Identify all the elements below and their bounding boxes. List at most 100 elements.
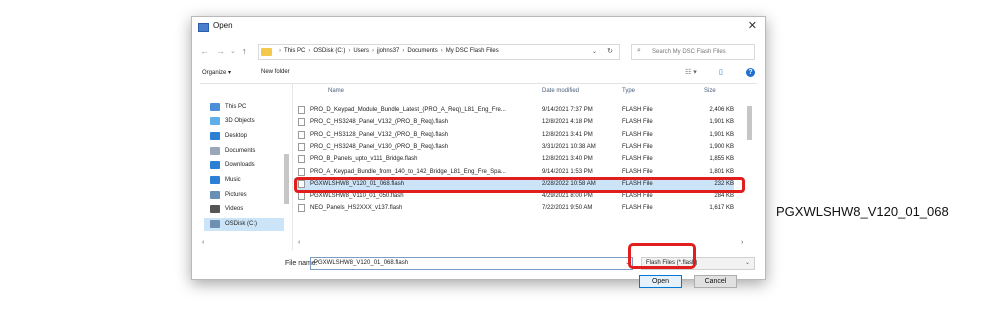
search-placeholder: Search My DSC Flash Files	[652, 49, 726, 55]
breadcrumb-separator[interactable]: ›	[308, 48, 310, 54]
sidebar-item-downloads[interactable]: Downloads	[210, 159, 255, 172]
file-name: PRO_A_Keypad_Bundle_from_140_to_142_Brid…	[310, 168, 506, 175]
file-size: 284 KB	[714, 193, 734, 200]
up-icon[interactable]: ↑	[242, 46, 247, 56]
sidebar-item-label: Downloads	[225, 162, 255, 169]
view-options-icon[interactable]: ☷ ▾	[685, 68, 697, 76]
sidebar-item-desktop[interactable]: Desktop	[210, 129, 247, 142]
table-row[interactable]: PRO_D_Keypad_Module_Bundle_Latest_(PRO_A…	[294, 104, 734, 116]
scroll-left-icon[interactable]: ‹	[298, 239, 300, 246]
search-icon: ⌕	[637, 47, 641, 54]
breadcrumb-item[interactable]: OSDisk (C:)	[313, 48, 345, 54]
file-type: FLASH File	[622, 205, 653, 212]
file-type: FLASH File	[622, 156, 653, 163]
filename-input[interactable]: PGXWLSHW8_V120_01_068.flash	[310, 257, 633, 270]
column-header-name[interactable]: Name	[328, 88, 344, 94]
table-row[interactable]: NEO_Panels_HS2XXX_v137.flash 7/22/2021 9:…	[294, 202, 734, 214]
file-date: 4/29/2021 8:00 PM	[542, 193, 593, 200]
column-header-date[interactable]: Date modified	[542, 88, 579, 94]
sidebar-item-3d-objects[interactable]: 3D Objects	[210, 115, 255, 128]
table-row[interactable]: PRO_A_Keypad_Bundle_from_140_to_142_Brid…	[294, 166, 734, 178]
file-type: FLASH File	[622, 193, 653, 200]
recent-locations-icon[interactable]: ⌄	[230, 47, 236, 55]
callout-filename: PGXWLSHW8_V120_01_068	[776, 204, 949, 219]
breadcrumb-separator[interactable]: ›	[402, 48, 404, 54]
breadcrumb: › This PC › OSDisk (C:) › Users › jjohns37 › Docu…	[276, 48, 499, 54]
new-folder-button[interactable]: New folder	[261, 69, 290, 75]
breadcrumb-item[interactable]: jjohns37	[377, 48, 399, 54]
breadcrumb-separator[interactable]: ›	[279, 48, 281, 54]
search-box[interactable]: ⌕ Search My DSC Flash Files	[631, 44, 755, 60]
sidebar-item-documents[interactable]: Documents	[210, 144, 255, 157]
file-date: 12/8/2021 3:40 PM	[542, 156, 593, 163]
file-date: 9/14/2021 7:37 PM	[542, 107, 593, 113]
chevron-down-icon[interactable]: ⌄	[592, 48, 597, 55]
table-row[interactable]: PRO_B_Panels_upto_v111_Bridge.flash 12/8/…	[294, 153, 734, 165]
address-bar[interactable]: › This PC › OSDisk (C:) › Users › jjohns37 › Docu…	[258, 44, 620, 60]
file-icon	[298, 204, 305, 213]
close-icon[interactable]: ✕	[748, 19, 757, 32]
help-icon[interactable]: ?	[746, 68, 755, 77]
file-name: PRO_C_HS3248_Panel_V130_(PRO_B_Req).flas…	[310, 143, 449, 150]
list-scrollbar-thumb[interactable]	[747, 106, 752, 140]
organize-button[interactable]: Organize ▾	[202, 69, 231, 76]
file-icon	[298, 106, 305, 114]
sidebar-item-label: OSDisk (C:)	[225, 221, 257, 228]
highlight-selected-file	[294, 177, 745, 193]
chevron-down-icon[interactable]: ⌄	[745, 259, 750, 266]
table-row[interactable]: PRO_C_HS3248_Panel_V130_(PRO_B_Req).flas…	[294, 141, 734, 153]
file-size: 2,406 KB	[709, 107, 734, 113]
back-icon[interactable]: ←	[200, 46, 209, 56]
sidebar-item-this-pc[interactable]: This PC	[210, 100, 246, 113]
scroll-left-icon[interactable]: ‹	[202, 239, 204, 246]
file-type: FLASH File	[622, 131, 653, 138]
folder-icon	[261, 48, 272, 56]
table-row[interactable]: PRO_C_HS3128_Panel_V132_(PRO_B_Req).flas…	[294, 129, 734, 141]
open-button[interactable]: Open	[639, 275, 682, 288]
file-name: PRO_C_HS3128_Panel_V132_(PRO_B_Req).flas…	[310, 131, 449, 138]
file-size: 1,801 KB	[709, 168, 734, 175]
dialog-title: Open	[213, 21, 233, 30]
file-icon	[298, 167, 305, 176]
sidebar-item-label: 3D Objects	[225, 118, 255, 125]
preview-pane-icon[interactable]: ▯	[719, 68, 723, 76]
sidebar-item-osdisk-c[interactable]: OSDisk (C:)	[204, 217, 284, 231]
sidebar-item-music[interactable]: Music	[210, 174, 241, 187]
sidebar-item-label: Pictures	[225, 191, 247, 198]
command-bar: Organize ▾ New folder ☷ ▾ ▯ ?	[192, 66, 765, 82]
breadcrumb-item[interactable]: This PC	[284, 48, 305, 54]
column-header-size[interactable]: Size	[704, 88, 716, 94]
refresh-icon[interactable]: ↻	[607, 47, 613, 55]
open-file-dialog: Open ✕ ← → ⌄ ↑ › This PC › OSDisk (C:) › User…	[191, 16, 766, 288]
file-type: FLASH File	[622, 143, 653, 150]
breadcrumb-item[interactable]: Users	[353, 48, 369, 54]
sidebar-item-label: This PC	[225, 103, 247, 110]
sidebar-item-pictures[interactable]: Pictures	[210, 188, 247, 201]
scroll-right-icon[interactable]: ›	[741, 239, 743, 246]
file-size: 1,901 KB	[709, 119, 734, 126]
breadcrumb-item[interactable]: Documents	[407, 48, 437, 54]
file-size: 1,617 KB	[709, 205, 734, 212]
breadcrumb-separator[interactable]: ›	[441, 48, 443, 54]
file-size: 1,855 KB	[709, 156, 734, 163]
computer-icon	[210, 102, 220, 111]
breadcrumb-separator[interactable]: ›	[372, 48, 374, 54]
desktop-icon	[210, 131, 220, 140]
breadcrumb-item[interactable]: My DSC Flash Files	[446, 48, 499, 54]
file-date: 7/22/2021 9:50 AM	[542, 205, 593, 212]
column-header-type[interactable]: Type	[622, 88, 635, 94]
nav-scrollbar-thumb[interactable]	[284, 154, 289, 204]
cancel-button[interactable]: Cancel	[694, 275, 737, 288]
download-icon	[210, 161, 220, 170]
file-date: 9/14/2021 1:53 PM	[542, 168, 593, 175]
sidebar-item-videos[interactable]: Videos	[210, 203, 243, 216]
file-date: 12/8/2021 4:18 PM	[542, 119, 593, 126]
file-type: FLASH File	[622, 168, 653, 175]
cube-icon	[210, 117, 220, 126]
breadcrumb-separator[interactable]: ›	[348, 48, 350, 54]
table-row[interactable]: PRO_C_HS3248_Panel_V132_(PRO_B_Req).flas…	[294, 116, 734, 128]
file-date: 3/31/2021 10:38 AM	[542, 143, 596, 150]
app-icon	[198, 23, 209, 32]
file-icon	[298, 155, 305, 164]
forward-icon[interactable]: →	[216, 46, 225, 56]
